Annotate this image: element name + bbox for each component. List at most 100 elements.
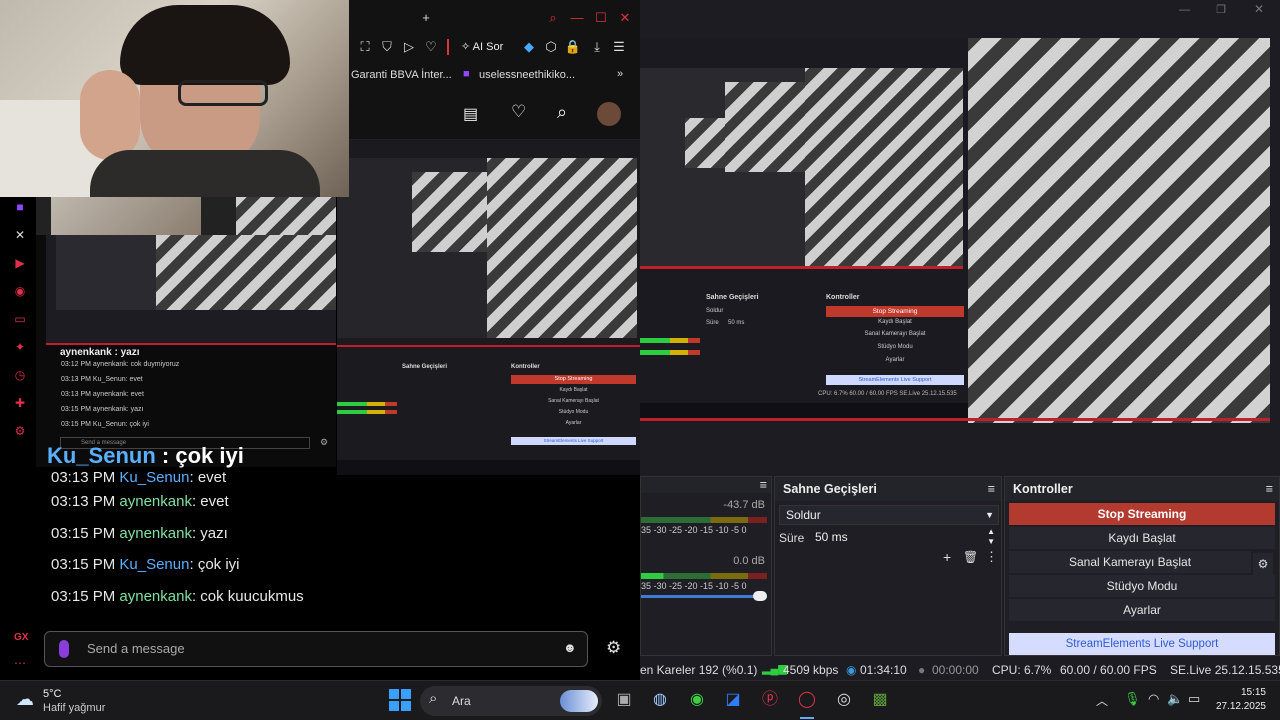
xbox-icon[interactable]: ◉: [685, 688, 709, 712]
chat-input[interactable]: Send a message ☻: [44, 631, 588, 667]
maximize-icon[interactable]: ❐: [1216, 3, 1226, 16]
gear-icon[interactable]: ⚙: [606, 638, 621, 658]
pinterest-icon[interactable]: ⓟ: [758, 688, 782, 712]
battery-icon[interactable]: ▭: [1188, 691, 1200, 707]
mini-chat-line: 03:15 PM aynenkank: yazı: [61, 406, 144, 413]
chat-message: 03:15 PM aynenkank: yazı: [51, 524, 228, 542]
chat-list: 03:13 PM Ku_Senun: evet 03:13 PM aynenka…: [36, 470, 640, 620]
pin-icon[interactable]: ✦: [10, 337, 30, 357]
close-icon[interactable]: ✕: [1254, 2, 1264, 16]
bookmark-twitch[interactable]: uselessneethikiko...: [479, 69, 575, 81]
weather-icon[interactable]: ☁: [16, 689, 34, 710]
duration-input[interactable]: 50 ms ▲ ▼: [809, 527, 999, 547]
heart-icon[interactable]: ♡: [421, 37, 441, 57]
obs-icon[interactable]: ◎: [832, 688, 856, 712]
more-icon[interactable]: ⋮: [985, 549, 998, 565]
minimize-icon[interactable]: —: [1179, 4, 1190, 16]
volume-icon[interactable]: 🔈: [1167, 691, 1183, 707]
clock-time[interactable]: 15:15: [1214, 687, 1266, 698]
transition-select[interactable]: Soldur ▼: [779, 505, 999, 525]
mini-stop-button: Stop Streaming: [826, 306, 964, 317]
add-icon[interactable]: +: [943, 549, 951, 565]
trash-icon[interactable]: 🗑: [963, 550, 978, 564]
diamond-icon[interactable]: ◆: [519, 37, 539, 57]
twitch-icon[interactable]: ■: [10, 197, 30, 217]
search-icon[interactable]: ⌕: [557, 102, 567, 123]
mini-soldur: Soldur: [706, 308, 724, 314]
gear-icon[interactable]: ⚙: [10, 421, 30, 441]
studio-mode-button[interactable]: Stüdyo Modu: [1009, 575, 1275, 597]
volume-slider[interactable]: [641, 595, 767, 598]
taskbar-search[interactable]: ⌕ Ara: [420, 686, 602, 716]
twitch-icon: ■: [463, 68, 470, 80]
minimize-icon[interactable]: —: [567, 8, 587, 28]
chat-username[interactable]: aynenkank: [119, 588, 192, 605]
wifi-icon[interactable]: ◠: [1148, 691, 1159, 707]
mic-icon[interactable]: 🎙: [1124, 691, 1141, 707]
extension-icon[interactable]: ✚: [10, 393, 30, 413]
theatre-icon[interactable]: ▤: [463, 104, 478, 124]
chat-username[interactable]: Ku_Senun: [119, 556, 189, 573]
volume-handle[interactable]: [753, 591, 767, 601]
start-recording-button[interactable]: Kaydı Başlat: [1009, 527, 1275, 549]
lock-icon[interactable]: 🔒: [563, 37, 583, 57]
task-view-icon[interactable]: ▣: [612, 688, 636, 712]
snapshot-icon[interactable]: ⛶: [355, 37, 375, 57]
stripes-pattern: [968, 38, 1270, 423]
emoji-icon[interactable]: ☻: [563, 640, 577, 655]
close-icon[interactable]: ✕: [615, 8, 635, 28]
menu-icon[interactable]: ≡: [988, 477, 995, 501]
minecraft-icon[interactable]: ▩: [868, 688, 892, 712]
youtube-icon[interactable]: ▶: [10, 253, 30, 273]
stop-streaming-button[interactable]: Stop Streaming: [1009, 503, 1275, 525]
settings-button[interactable]: Ayarlar: [1009, 599, 1275, 621]
virtual-camera-button[interactable]: Sanal Kamerayı Başlat: [1009, 551, 1251, 573]
new-tab-button[interactable]: +: [416, 8, 436, 28]
spinner-icon[interactable]: ▲ ▼: [987, 527, 995, 547]
menu-icon[interactable]: ≡: [760, 477, 767, 493]
nested-chat-lines: 03:12 PM aynenkank: cok duymiyoruz 03:13…: [36, 357, 336, 432]
steam-icon[interactable]: ◍: [648, 688, 672, 712]
bookmark-garanti[interactable]: Garanti BBVA İnter...: [351, 69, 452, 81]
se-support-button[interactable]: StreamElements Live Support: [1009, 633, 1275, 655]
gx-icon[interactable]: GX: [14, 632, 28, 643]
start-button[interactable]: [389, 689, 411, 711]
gear-icon[interactable]: ⚙: [1253, 553, 1273, 575]
menu-icon[interactable]: ☰: [609, 37, 629, 57]
outlook-icon[interactable]: ◪: [721, 688, 745, 712]
more-icon[interactable]: ⋯: [14, 656, 26, 670]
controls-panel: Kontroller ≡ Stop Streaming Kaydı Başlat …: [1004, 476, 1280, 656]
chat-username[interactable]: aynenkank: [119, 493, 192, 510]
history-icon[interactable]: ◷: [10, 365, 30, 385]
bookmarks-bar: Garanti BBVA İnter... ■ uselessneethikik…: [349, 66, 640, 86]
chevron-right-icon[interactable]: »: [617, 68, 623, 80]
heart-icon[interactable]: ♡: [511, 102, 526, 122]
mic-icon[interactable]: [59, 640, 69, 658]
folder-icon[interactable]: ▭: [10, 309, 30, 329]
fps: 60.00 / 60.00 FPS: [1060, 663, 1157, 677]
opera-gx-icon[interactable]: ◯: [795, 688, 819, 712]
chat-username[interactable]: aynenkank: [119, 525, 192, 542]
extensions-icon[interactable]: ⬡: [541, 37, 561, 57]
maximize-icon[interactable]: ☐: [591, 8, 611, 28]
record-time: 00:00:00: [932, 663, 979, 677]
bitrate: 4509 kbps: [783, 663, 839, 677]
clock-date[interactable]: 27.12.2025: [1206, 701, 1266, 712]
shield-icon[interactable]: ⛉: [377, 37, 397, 57]
browser-window: + ⌕ — ☐ ✕ ⛶ ⛉ ▷ ♡ ✧ AI Sor ◆ ⬡ 🔒 ⤓ ☰ Gar…: [349, 0, 640, 140]
nested-obs: Sahne Geçişleri Kontroller Stop Streamin…: [640, 38, 968, 423]
ai-button[interactable]: ✧ AI Sor: [461, 40, 503, 53]
nested-settings: Ayarlar: [565, 420, 582, 426]
x-icon[interactable]: ✕: [10, 225, 30, 245]
obs-preview[interactable]: Sahne Geçişleri Kontroller Stop Streamin…: [640, 38, 1270, 423]
chevron-up-icon[interactable]: ︿: [1096, 692, 1108, 709]
stream-time: 01:34:10: [860, 663, 907, 677]
nested-vcam: Sanal Kamerayı Başlat: [548, 398, 599, 404]
avatar[interactable]: [597, 102, 621, 126]
download-icon[interactable]: ⤓: [587, 37, 607, 57]
search-icon[interactable]: ⌕: [543, 8, 563, 28]
menu-icon[interactable]: ≡: [1266, 477, 1273, 501]
chat-placeholder: Send a message: [87, 641, 185, 656]
play-icon[interactable]: ▷: [399, 37, 419, 57]
spotify-icon[interactable]: ◉: [10, 281, 30, 301]
